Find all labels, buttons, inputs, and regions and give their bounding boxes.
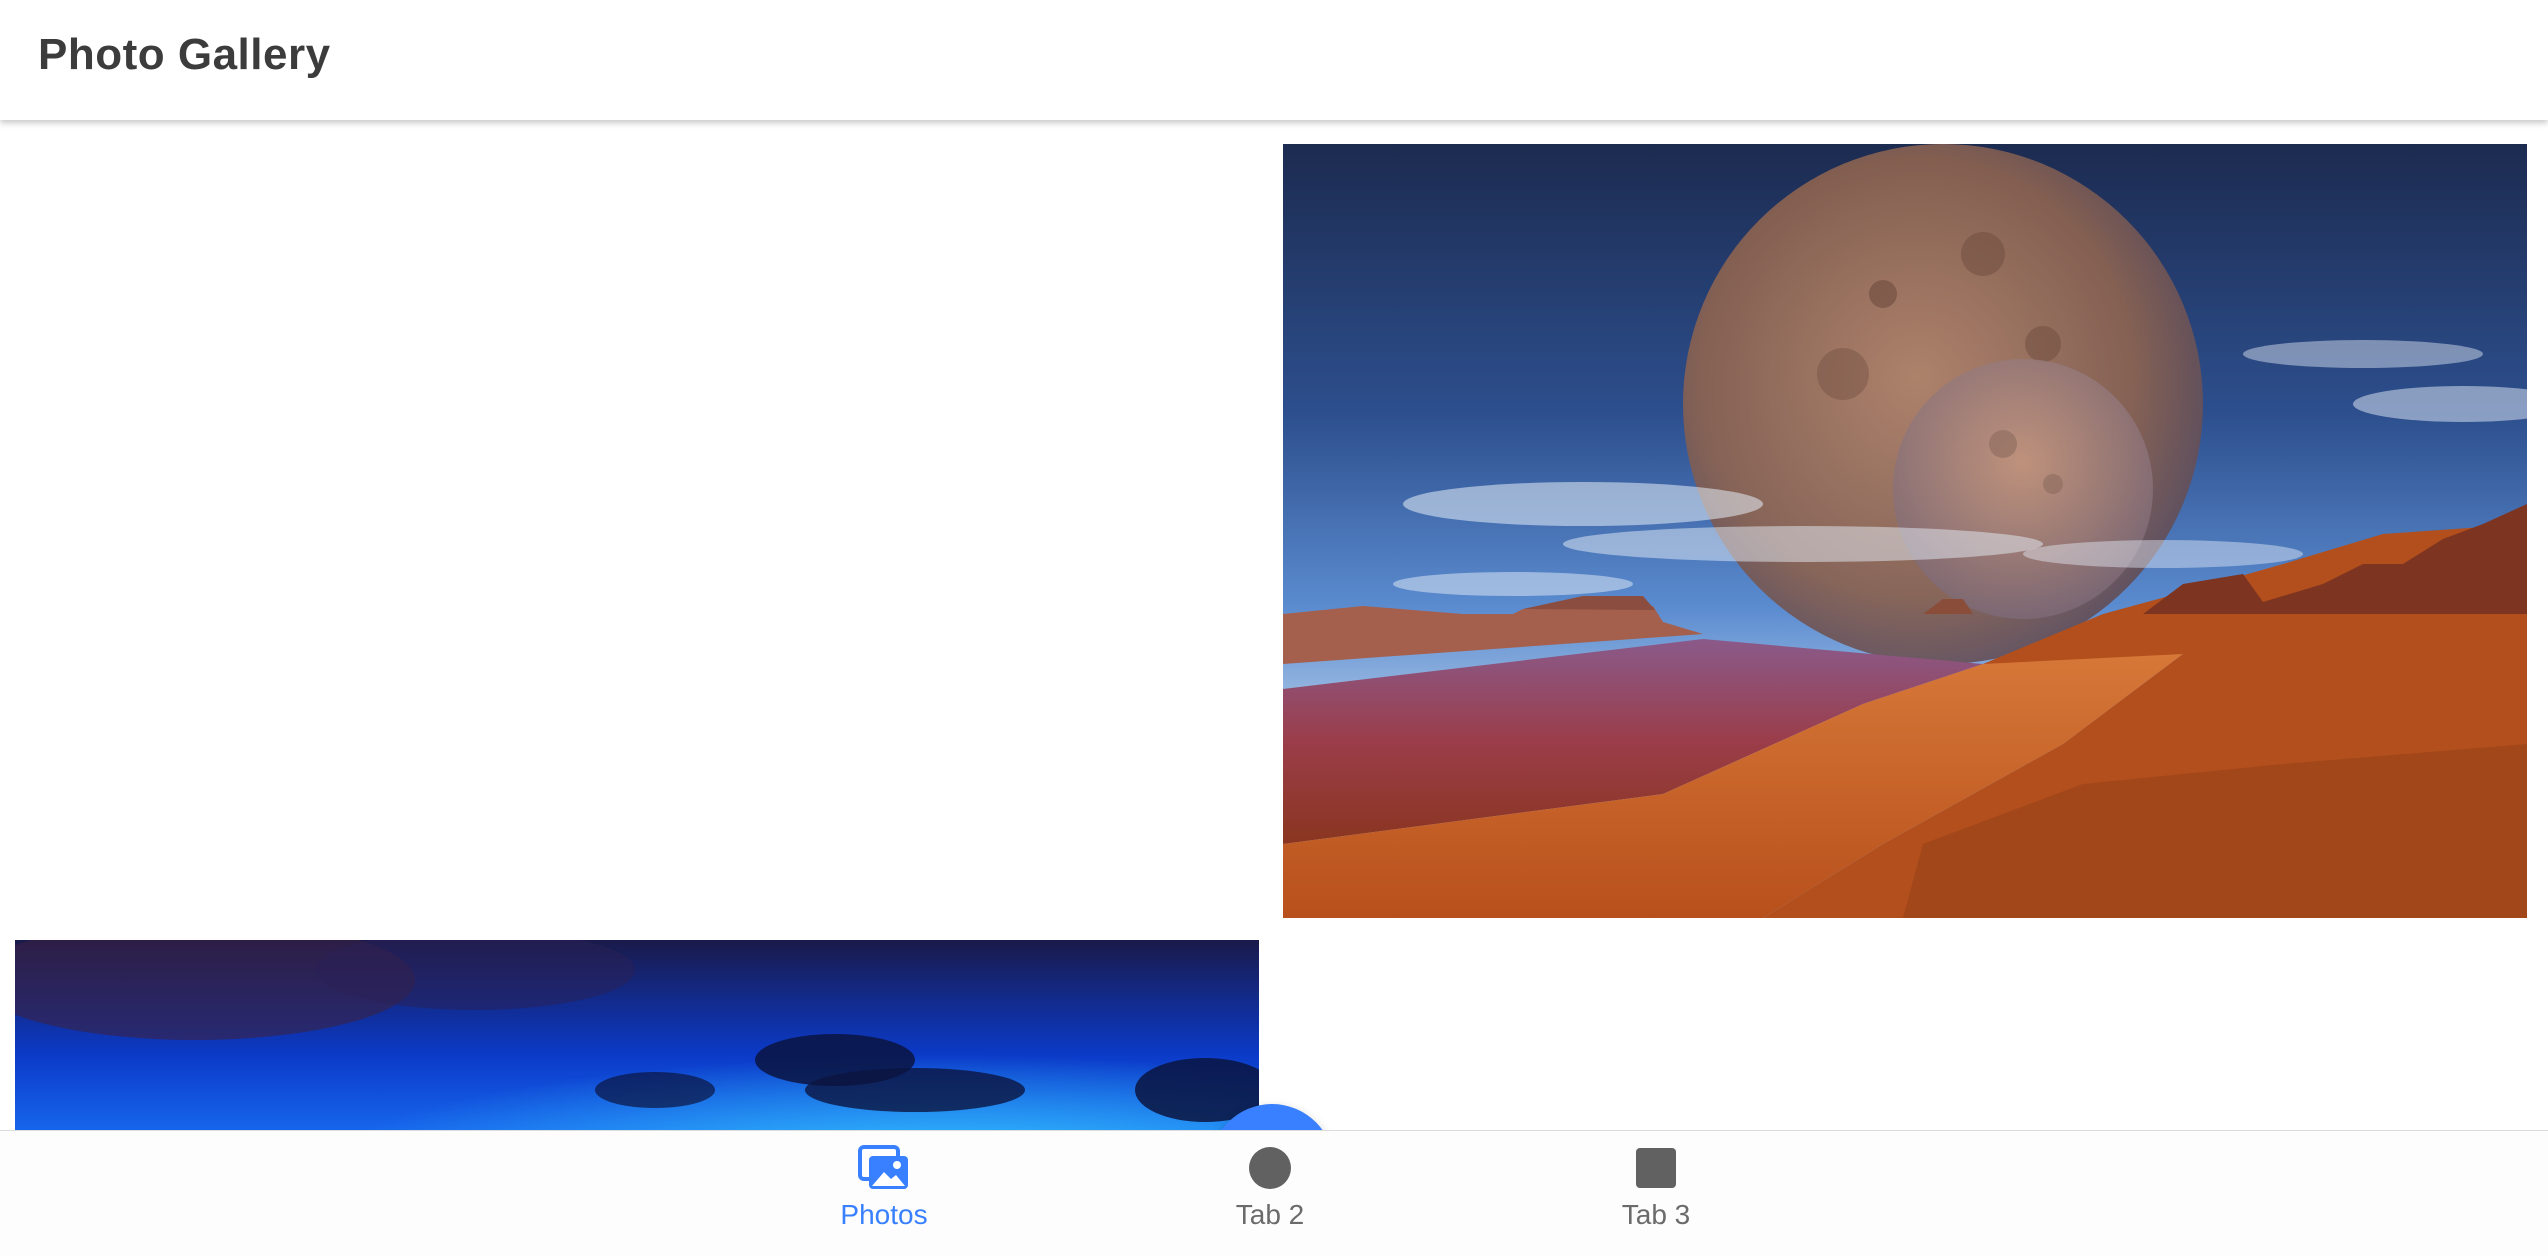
photo-blue-sky-image (15, 940, 1259, 1130)
tab-photos[interactable]: Photos (784, 1145, 984, 1245)
square-icon (1630, 1145, 1682, 1191)
ellipse-icon (1244, 1145, 1296, 1191)
tab-2[interactable]: Tab 2 (1170, 1145, 1370, 1245)
tab-label: Tab 2 (1235, 1199, 1305, 1230)
gallery-photo[interactable] (1283, 144, 2527, 918)
header-toolbar: Photo Gallery (0, 0, 2548, 120)
tab-3[interactable]: Tab 3 (1556, 1145, 1756, 1245)
photo-planet-desert-image (1283, 144, 2527, 918)
gallery-photo[interactable] (15, 940, 1259, 1130)
photo-grid (0, 122, 2548, 1130)
bottom-tab-bar: Photos Tab 2 Tab 3 (0, 1130, 2548, 1256)
app-root: Photo Gallery Photos Tab 2 Tab 3 (0, 0, 2548, 1256)
images-icon (858, 1145, 910, 1191)
page-title: Photo Gallery (38, 30, 331, 79)
tab-label: Tab 3 (1621, 1199, 1691, 1230)
tab-label: Photos (840, 1199, 928, 1230)
